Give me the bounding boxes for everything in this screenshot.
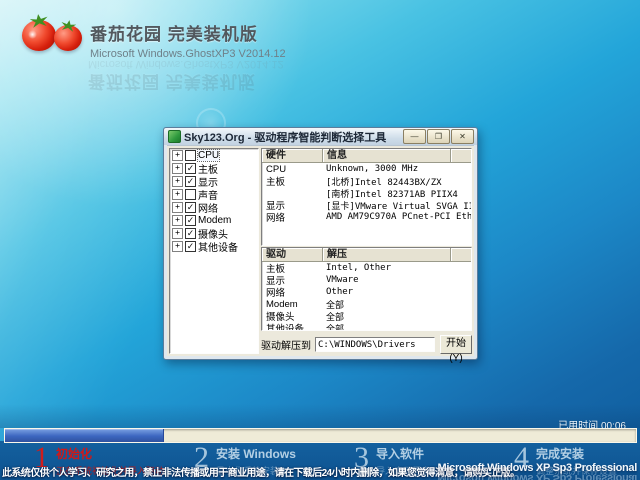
extract-path-input[interactable] — [315, 337, 435, 352]
device-checkbox[interactable]: ✓ — [185, 215, 196, 226]
maximize-button[interactable]: ❐ — [427, 129, 450, 144]
column-header[interactable] — [451, 149, 471, 162]
close-button[interactable]: ✕ — [451, 129, 474, 144]
title-bar[interactable]: Sky123.Org - 驱动程序智能判断选择工具 — ❐ ✕ — [164, 128, 477, 145]
expand-plus-icon[interactable]: + — [172, 215, 183, 226]
step-title: 导入软件 — [376, 445, 430, 462]
cell-value: Unknown, 3000 MHz — [322, 164, 471, 174]
brand-subtitle: Microsoft Windows.GhostXP3 V2014.12 — [90, 48, 286, 60]
driver-tool-window: Sky123.Org - 驱动程序智能判断选择工具 — ❐ ✕ +CPU+✓主板… — [163, 127, 478, 360]
table-row[interactable]: 其他设备全部 — [262, 322, 471, 331]
cell-label: 网络 — [262, 210, 322, 224]
table-row[interactable]: 主板[北桥]Intel 82443BX/ZX — [262, 175, 471, 187]
tomato-logo-icon — [22, 14, 84, 58]
device-checkbox[interactable]: ✓ — [185, 163, 196, 174]
column-header[interactable]: 硬件 — [262, 149, 323, 162]
desktop: 番茄花园 完美装机版 Microsoft Windows.GhostXP3 V2… — [0, 0, 640, 480]
extract-path-label: 驱动解压到 — [261, 337, 311, 352]
window-title: Sky123.Org - 驱动程序智能判断选择工具 — [184, 129, 403, 145]
expand-plus-icon[interactable]: + — [172, 163, 183, 174]
cell-label: 主板 — [262, 174, 322, 188]
driver-table-body: 主板Intel, Other显示VMware网络OtherModem全部摄像头全… — [262, 262, 471, 331]
column-header[interactable]: 驱动 — [262, 248, 323, 261]
device-tree[interactable]: +CPU+✓主板+✓显示+声音+✓网络+✓Modem+✓摄像头+✓其他设备 — [169, 148, 259, 354]
column-header[interactable]: 解压 — [323, 248, 451, 261]
step-title: 完成安装 — [536, 445, 617, 462]
expand-plus-icon[interactable]: + — [172, 189, 183, 200]
device-checkbox[interactable] — [185, 189, 196, 200]
tree-item-label: 网络 — [198, 200, 218, 215]
app-icon — [168, 130, 181, 143]
column-header[interactable] — [451, 248, 471, 261]
column-header[interactable]: 信息 — [323, 149, 451, 162]
device-checkbox[interactable]: ✓ — [185, 202, 196, 213]
hardware-table-body: CPUUnknown, 3000 MHz主板[北桥]Intel 82443BX/… — [262, 163, 471, 223]
os-watermark: Microsoft Windows XP Sp3 Professional Mi… — [438, 463, 637, 480]
cell-label: CPU — [262, 164, 322, 175]
step-title: 安装 Windows — [216, 445, 296, 462]
device-checkbox[interactable]: ✓ — [185, 241, 196, 252]
tree-item[interactable]: +✓网络 — [170, 201, 258, 214]
progress-bar — [4, 428, 637, 443]
table-row[interactable]: 网络Other — [262, 286, 471, 298]
device-checkbox[interactable]: ✓ — [185, 176, 196, 187]
window-client-area: +CPU+✓主板+✓显示+声音+✓网络+✓Modem+✓摄像头+✓其他设备 硬件… — [167, 145, 474, 356]
cell-value: 全部 — [322, 322, 471, 332]
wallpaper-dark-band — [0, 404, 640, 428]
minimize-button[interactable]: — — [403, 129, 426, 144]
start-button[interactable]: 开始(Y) — [440, 335, 472, 354]
table-row[interactable]: 网络AMD AM79C970A PCnet-PCI Ethernet Ada..… — [262, 211, 471, 223]
tree-item[interactable]: +✓其他设备 — [170, 240, 258, 253]
cell-label: 网络 — [262, 285, 322, 299]
expand-plus-icon[interactable]: + — [172, 176, 183, 187]
cell-value: AMD AM79C970A PCnet-PCI Ethernet Ada... — [322, 212, 471, 222]
brand-title: 番茄花园 完美装机版 — [90, 20, 286, 45]
expand-plus-icon[interactable]: + — [172, 150, 183, 161]
hardware-table-header[interactable]: 硬件信息 — [262, 149, 471, 163]
hardware-table: 硬件信息 CPUUnknown, 3000 MHz主板[北桥]Intel 824… — [261, 148, 472, 246]
cell-value: Other — [322, 287, 471, 297]
brand-logo: 番茄花园 完美装机版 Microsoft Windows.GhostXP3 V2… — [22, 14, 286, 60]
device-checkbox[interactable] — [185, 150, 196, 161]
expand-plus-icon[interactable]: + — [172, 241, 183, 252]
progress-fill — [5, 429, 164, 442]
expand-plus-icon[interactable]: + — [172, 202, 183, 213]
driver-table-header[interactable]: 驱动解压 — [262, 248, 471, 262]
cell-value: VMware — [322, 275, 471, 285]
cell-value: Intel, Other — [322, 263, 471, 273]
cell-label: 其他设备 — [262, 321, 322, 331]
tree-item-label: 其他设备 — [198, 239, 238, 254]
driver-table: 驱动解压 主板Intel, Other显示VMware网络OtherModem全… — [261, 247, 472, 331]
tree-item-label: CPU — [198, 150, 219, 161]
extract-row: 驱动解压到 开始(Y) — [261, 335, 472, 354]
tree-item-label: Modem — [198, 215, 231, 226]
expand-plus-icon[interactable]: + — [172, 228, 183, 239]
device-checkbox[interactable]: ✓ — [185, 228, 196, 239]
step-title: 初始化 — [56, 445, 164, 462]
os-watermark-reflection: Microsoft Windows XP Sp3 Professional — [438, 473, 637, 480]
brand-reflection: 番茄花园 完美装机版 Microsoft Windows.GhostXP3 V2… — [88, 58, 284, 96]
cell-value: [显卡]VMware Virtual SVGA II — [322, 199, 471, 212]
cell-label: Modem — [262, 299, 322, 310]
